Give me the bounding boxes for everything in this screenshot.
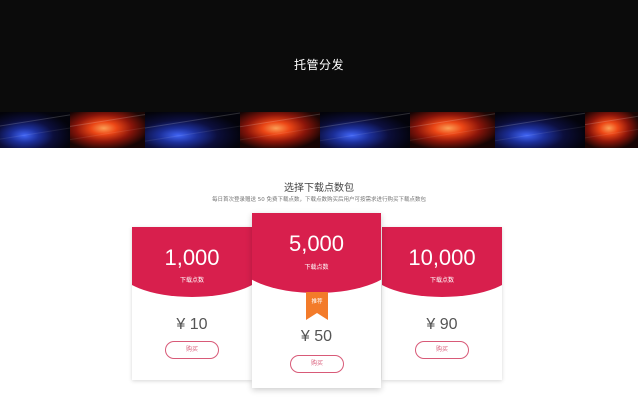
- blue-smoke-image: [320, 112, 410, 148]
- ribbon-icon: [306, 292, 328, 320]
- section-subtitle: 每日首次登录赠送 50 免费下载点数，下载点数购买后用户可按需求进行购买下载点数…: [212, 197, 426, 203]
- plan-price: ¥ 90: [426, 316, 458, 333]
- section-title: 选择下载点数包: [284, 183, 354, 194]
- plan-unit: 下载点数: [179, 277, 204, 284]
- nebula-image-strip: [0, 112, 638, 148]
- plan-price: ¥ 50: [300, 328, 333, 345]
- buy-button[interactable]: 购买: [415, 341, 469, 359]
- buy-button[interactable]: 购买: [165, 341, 219, 359]
- plan-card-1000: 1,000 下载点数 ¥ 10 购买: [132, 227, 252, 380]
- red-smoke-image: [585, 112, 638, 148]
- blue-smoke-image: [145, 112, 240, 148]
- plan-card-5000: 5,000 下载点数 推荐 ¥ 50 购买: [252, 213, 381, 388]
- hero-title: 托管分发: [293, 58, 344, 72]
- plan-points: 1,000: [164, 245, 220, 270]
- plan-points: 10,000: [408, 245, 476, 270]
- red-smoke-image: [240, 112, 320, 148]
- recommended-badge: 推荐: [306, 292, 328, 320]
- red-smoke-image: [410, 112, 495, 148]
- recommended-label: 推荐: [311, 299, 323, 305]
- plan-card-10000: 10,000 下载点数 ¥ 90 购买: [382, 227, 502, 380]
- plan-price: ¥ 10: [176, 316, 208, 333]
- plan-unit: 下载点数: [429, 277, 454, 284]
- blue-smoke-image: [495, 112, 585, 148]
- plan-unit: 下载点数: [304, 264, 329, 271]
- blue-smoke-image: [0, 112, 70, 148]
- red-smoke-image: [70, 112, 145, 148]
- buy-button[interactable]: 购买: [290, 355, 344, 373]
- distribution-page: 托管分发 选择下载点数包 每日首次登录赠送 50 免费下载点数，下载点数购买后用…: [0, 0, 638, 403]
- plan-points: 5,000: [288, 231, 345, 256]
- hero-banner: 托管分发: [0, 0, 638, 112]
